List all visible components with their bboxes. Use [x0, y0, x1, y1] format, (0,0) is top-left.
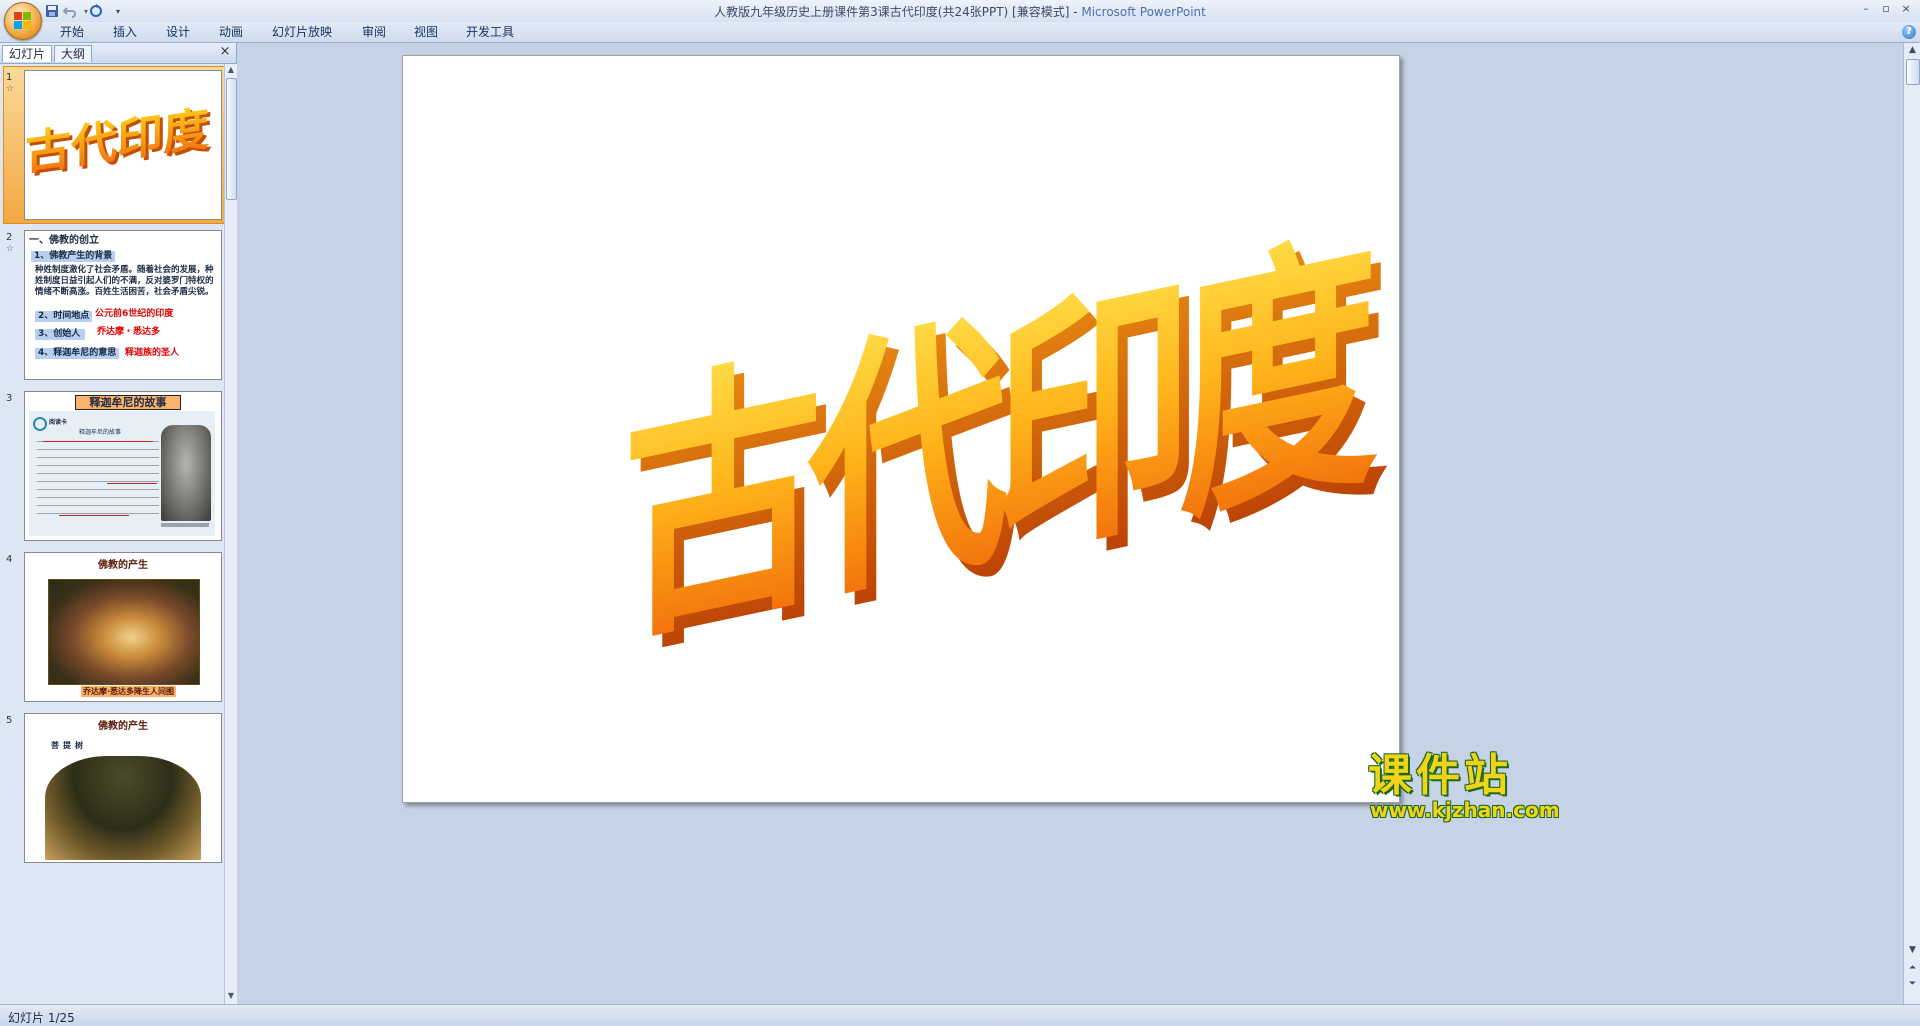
- thumb-wordart: 古代印度 古代印度: [25, 101, 213, 183]
- status-bar: 幻灯片 1/25: [0, 1004, 1920, 1026]
- pane-scrollbar[interactable]: ▲ ▼: [224, 64, 237, 1004]
- slide-thumbnail-3[interactable]: 释迦牟尼的故事 阅读卡 释迦牟尼的故事: [24, 391, 222, 541]
- tab-developer[interactable]: 开发工具: [466, 24, 514, 40]
- thumb-card-title: 释迦牟尼的故事: [79, 429, 122, 436]
- slide-thumbnail-1[interactable]: 古代印度 古代印度: [24, 70, 222, 220]
- slide-counter: 幻灯片 1/25: [8, 1011, 75, 1025]
- maximize-button[interactable]: ▫: [1878, 2, 1894, 16]
- slide-thumbnail-4[interactable]: 佛教的产生 乔达摩·悉达多降生人间图: [24, 552, 222, 702]
- scroll-down-arrow-icon[interactable]: ▼: [1904, 943, 1920, 957]
- thumb-underline: [59, 515, 129, 516]
- slide-canvas[interactable]: 古 古 代 代 印 印 度 度: [402, 55, 1400, 803]
- animation-star-icon: ☆: [6, 84, 15, 94]
- tab-outline[interactable]: 大纲: [54, 45, 93, 62]
- thumb-title: 释迦牟尼的故事: [75, 395, 181, 410]
- thumb-underline: [107, 483, 157, 484]
- scroll-down-arrow-icon[interactable]: ▼: [225, 990, 237, 1002]
- watermark-logo: 课件站 www.kjzhan.com: [1360, 750, 1560, 823]
- wordart-char-2: 代 代: [807, 284, 1018, 651]
- pane-scroll-thumb[interactable]: [226, 78, 237, 200]
- thumbnail-list: 1 ☆ 古代印度 古代印度 2 ☆ 一、佛教的创立 1、佛教产生的背景 种姓制度…: [0, 64, 224, 1004]
- tab-slideshow[interactable]: 幻灯片放映: [272, 24, 332, 40]
- thumb-value: 乔达摩・悉达多: [97, 327, 161, 337]
- refresh-icon: [33, 417, 47, 431]
- thumb-card-text: [37, 437, 159, 517]
- svg-text:印: 印: [993, 244, 1193, 600]
- thumb-item: 3、创始人: [35, 329, 85, 340]
- svg-text:代: 代: [807, 284, 1008, 640]
- tab-home[interactable]: 开始: [60, 24, 84, 40]
- ribbon-tabs: 开始 插入 设计 动画 幻灯片放映 审阅 视图 开发工具 ?: [0, 22, 1920, 43]
- wordart-char-1: 古 古: [623, 324, 833, 691]
- thumb-caption: 乔达摩·悉达多降生人间图: [81, 686, 177, 697]
- thumb-item: 4、释迦牟尼的意思: [35, 348, 120, 359]
- slide-number: 1: [6, 72, 13, 83]
- minimize-button[interactable]: –: [1858, 2, 1874, 16]
- thumb-card: 阅读卡 释迦牟尼的故事: [29, 411, 215, 536]
- slide-number: 4: [6, 554, 13, 565]
- office-logo-icon: [14, 12, 32, 30]
- wordart-char-4: 度 度: [1178, 204, 1388, 571]
- office-button[interactable]: [4, 2, 42, 40]
- svg-text:古: 古: [623, 324, 823, 680]
- tab-insert[interactable]: 插入: [113, 24, 137, 40]
- watermark-text: 课件站: [1368, 750, 1512, 801]
- svg-text:度: 度: [1178, 204, 1378, 560]
- animation-star-icon: ☆: [6, 244, 15, 254]
- watermark-url: www.kjzhan.com: [1370, 798, 1560, 822]
- next-slide-icon[interactable]: ⏷: [1904, 977, 1920, 991]
- thumb-item: 1、佛教产生的背景: [31, 251, 116, 262]
- slide-number: 3: [6, 393, 13, 404]
- title-bar: ▾ ▾ 人教版九年级历史上册课件第3课古代印度(共24张PPT) [兼容模式] …: [0, 0, 1920, 23]
- thumb-value: 公元前6世纪的印度: [95, 309, 174, 319]
- thumb-paragraph: 种姓制度激化了社会矛盾。随着社会的发展，种姓制度日益引起人们的不满，反对婆罗门特…: [35, 265, 214, 297]
- slides-pane: 幻灯片 大纲 × 1 ☆ 古代印度 古代印度 2 ☆ 一、佛教的创立 1、佛教产…: [0, 43, 237, 1004]
- slide-thumbnail-5[interactable]: 佛教的产生 菩提树: [24, 713, 222, 863]
- editor-scroll-thumb[interactable]: [1906, 59, 1920, 85]
- pane-tabs: 幻灯片 大纲 ×: [0, 43, 236, 64]
- thumb-title: 佛教的产生: [98, 721, 148, 732]
- tab-review[interactable]: 审阅: [362, 24, 386, 40]
- previous-slide-icon[interactable]: ⏶: [1904, 961, 1920, 975]
- scroll-up-arrow-icon[interactable]: ▲: [225, 64, 237, 76]
- thumb-heading: 一、佛教的创立: [29, 235, 99, 246]
- wordart-char-3: 印 印: [993, 244, 1203, 611]
- thumb-value: 释迦族的圣人: [125, 348, 180, 358]
- slide-number: 5: [6, 715, 13, 726]
- close-button[interactable]: ×: [1898, 2, 1914, 16]
- buddha-image: [161, 425, 211, 521]
- thumb-subtitle: 菩提树: [51, 741, 87, 750]
- tab-slides[interactable]: 幻灯片: [2, 45, 53, 62]
- scroll-up-arrow-icon[interactable]: ▲: [1904, 43, 1920, 57]
- thumb-title: 佛教的产生: [98, 560, 148, 571]
- slide-number: 2: [6, 232, 13, 243]
- thumb-image-caption: [161, 523, 209, 527]
- tab-view[interactable]: 视图: [414, 24, 438, 40]
- bodhi-tree-image: [45, 756, 201, 860]
- thumb-card-tag: 阅读卡: [49, 419, 68, 426]
- slide-thumbnail-2[interactable]: 一、佛教的创立 1、佛教产生的背景 种姓制度激化了社会矛盾。随着社会的发展，种姓…: [24, 230, 222, 380]
- window-title: 人教版九年级历史上册课件第3课古代印度(共24张PPT) [兼容模式] - Mi…: [714, 5, 1206, 19]
- thumb-item: 2、时间地点: [35, 311, 93, 322]
- tab-animation[interactable]: 动画: [219, 24, 243, 40]
- editor-scrollbar[interactable]: ▲ ▼ ⏶ ⏷: [1903, 43, 1920, 1004]
- close-pane-icon[interactable]: ×: [218, 45, 232, 59]
- wordart-title[interactable]: 古 古 代 代 印 印 度 度: [403, 56, 1399, 802]
- birth-painting-image: [48, 579, 200, 685]
- tab-design[interactable]: 设计: [166, 24, 190, 40]
- thumb-underline: [43, 441, 153, 442]
- help-icon[interactable]: ?: [1902, 25, 1916, 39]
